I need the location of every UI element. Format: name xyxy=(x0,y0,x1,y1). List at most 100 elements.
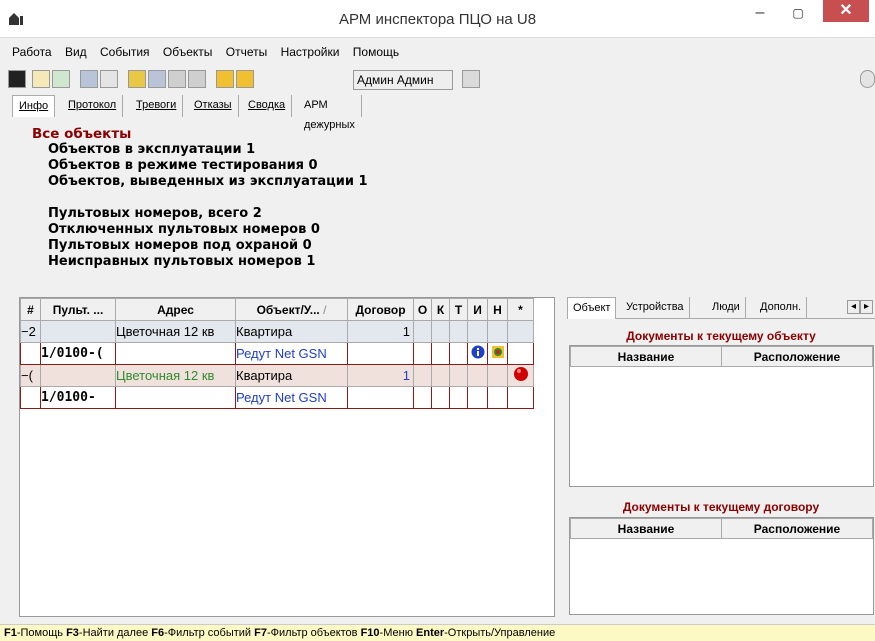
info-line: Отключенных пультовых номеров 0 xyxy=(48,222,320,237)
cell-address: Цветочная 12 кв xyxy=(115,364,236,387)
cell-address xyxy=(115,342,236,365)
docs-contract-grid[interactable]: Название Расположение xyxy=(569,517,874,615)
close-button[interactable]: ✕ xyxy=(823,0,869,22)
col-name[interactable]: Название xyxy=(570,518,722,539)
col-o[interactable]: О xyxy=(413,298,432,321)
table-row[interactable]: 1/0100-( Редут Net GSN xyxy=(20,342,534,365)
col-k[interactable]: К xyxy=(431,298,450,321)
col-location[interactable]: Расположение xyxy=(721,346,873,367)
tab-failures[interactable]: Отказы xyxy=(188,95,239,117)
tab-devices[interactable]: Устройства xyxy=(621,297,690,319)
col-object-label: Объект/У... xyxy=(256,302,320,317)
col-contract[interactable]: Договор xyxy=(347,298,414,321)
grid-header: # Пульт. ... Адрес Объект/У... / Договор… xyxy=(20,298,534,321)
col-num[interactable]: # xyxy=(20,298,41,321)
tab-info[interactable]: Инфо xyxy=(12,95,56,117)
info-line: Пультовых номеров, всего 2 xyxy=(48,206,262,221)
cell-contract xyxy=(347,386,414,409)
tab-summary-label: Сводка xyxy=(248,99,286,111)
col-object[interactable]: Объект/У... / xyxy=(235,298,348,321)
info-line: Пультовых номеров под охраной 0 xyxy=(48,238,312,253)
find-next-icon[interactable] xyxy=(188,70,206,88)
cell-pult xyxy=(40,320,116,343)
refresh-icon[interactable] xyxy=(52,70,70,88)
current-user-field[interactable]: Админ Админ xyxy=(353,70,453,90)
col-i[interactable]: И xyxy=(467,298,488,321)
user-icon[interactable] xyxy=(32,70,50,88)
col-address[interactable]: Адрес xyxy=(115,298,236,321)
info-line: Неисправных пультовых номеров 1 xyxy=(48,254,316,269)
hotkey: F7 xyxy=(254,627,267,639)
menu-reports[interactable]: Отчеты xyxy=(226,45,267,59)
tab-additional[interactable]: Дополн. xyxy=(755,297,808,319)
right-panel: Объект Устройства Люди Дополн. ◂ ▸ Докуме… xyxy=(567,297,875,617)
col-star[interactable]: * xyxy=(507,298,534,321)
info-icon[interactable] xyxy=(467,342,488,365)
info-line: Объектов в эксплуатации 1 xyxy=(48,142,256,157)
docs-object-title: Документы к текущему объекту xyxy=(626,329,816,343)
hotkey-text: -Фильтр событий xyxy=(164,627,252,639)
tab-protocol-label: Протокол xyxy=(68,99,117,111)
docs-contract-title: Документы к текущему договору xyxy=(622,500,820,514)
chevron-right-icon[interactable]: ▸ xyxy=(860,300,873,314)
key-icon[interactable] xyxy=(462,70,480,88)
menu-settings[interactable]: Настройки xyxy=(281,45,340,59)
collapse-icon[interactable]: − xyxy=(22,368,29,383)
docs-object-grid[interactable]: Название Расположение xyxy=(569,345,874,487)
hotkey: Enter xyxy=(416,627,445,639)
cell-object: Редут Net GSN xyxy=(235,386,348,409)
col-pult[interactable]: Пульт. ... xyxy=(40,298,116,321)
hotkey-text: -Фильтр объектов xyxy=(266,627,358,639)
menu-help[interactable]: Помощь xyxy=(353,45,399,59)
tab-duty-arm[interactable]: АРМ дежурных xyxy=(298,95,362,131)
chart-icon[interactable] xyxy=(128,70,146,88)
cell-object: Квартира xyxy=(235,364,348,387)
row-num-value: 2 xyxy=(28,324,36,339)
fault-icon[interactable] xyxy=(487,342,508,365)
hotkey: F10 xyxy=(360,627,380,639)
save-icon[interactable] xyxy=(80,70,98,88)
table-row[interactable]: −2 Цветочная 12 кв Квартира 1 xyxy=(20,320,534,343)
alarm-icon[interactable] xyxy=(507,364,534,387)
print-icon[interactable] xyxy=(100,70,118,88)
objects-grid[interactable]: # Пульт. ... Адрес Объект/У... / Договор… xyxy=(19,297,555,617)
tab-protocol[interactable]: Протокол xyxy=(62,95,124,117)
collapse-icon[interactable]: − xyxy=(22,324,29,339)
menu-view[interactable]: Вид xyxy=(65,45,87,59)
row-num[interactable]: −2 xyxy=(20,320,41,343)
col-name[interactable]: Название xyxy=(570,346,722,367)
tab-alarms-label: Тревоги xyxy=(136,99,177,111)
info-line: Объектов, выведенных из эксплуатации 1 xyxy=(48,174,368,189)
filter-objects-icon[interactable] xyxy=(216,70,234,88)
menu-work[interactable]: Работа xyxy=(12,45,52,59)
row-num[interactable]: −( xyxy=(20,364,41,387)
menu-events[interactable]: События xyxy=(100,45,150,59)
col-location[interactable]: Расположение xyxy=(721,518,873,539)
col-t[interactable]: Т xyxy=(449,298,468,321)
cell-contract: 1 xyxy=(347,364,414,387)
tab-object[interactable]: Объект xyxy=(567,297,617,319)
right-tabs: Объект Устройства Люди Дополн. ◂ ▸ xyxy=(567,297,875,319)
chevron-left-icon[interactable]: ◂ xyxy=(847,300,860,314)
report-icon[interactable] xyxy=(148,70,166,88)
col-n[interactable]: Н xyxy=(487,298,508,321)
tab-people[interactable]: Люди xyxy=(707,297,746,319)
search-icon[interactable] xyxy=(860,70,875,88)
table-row[interactable]: 1/0100- Редут Net GSN xyxy=(20,386,534,409)
table-row[interactable]: −( Цветочная 12 кв Квартира 1 xyxy=(20,364,534,387)
info-line: Объектов в режиме тестирования 0 xyxy=(48,158,318,173)
tab-summary[interactable]: Сводка xyxy=(242,95,293,117)
maximize-button[interactable]: ▢ xyxy=(781,0,815,28)
toolbar: Админ Админ xyxy=(0,68,875,94)
title-bar: АРМ инспектора ПЦО на U8 – ▢ ✕ xyxy=(0,0,875,38)
hotkey-text: -Помощь xyxy=(16,627,63,639)
minimize-button[interactable]: – xyxy=(743,0,777,28)
tab-info-label: Инфо xyxy=(19,100,49,112)
filter-events-icon[interactable] xyxy=(236,70,254,88)
exit-icon[interactable] xyxy=(8,70,26,88)
tab-alarms[interactable]: Тревоги xyxy=(130,95,184,117)
status-bar: F1-Помощь F3-Найти далее F6-Фильтр событ… xyxy=(0,624,875,641)
cell-address: Цветочная 12 кв xyxy=(115,320,236,343)
binoculars-icon[interactable] xyxy=(168,70,186,88)
menu-objects[interactable]: Объекты xyxy=(163,45,213,59)
